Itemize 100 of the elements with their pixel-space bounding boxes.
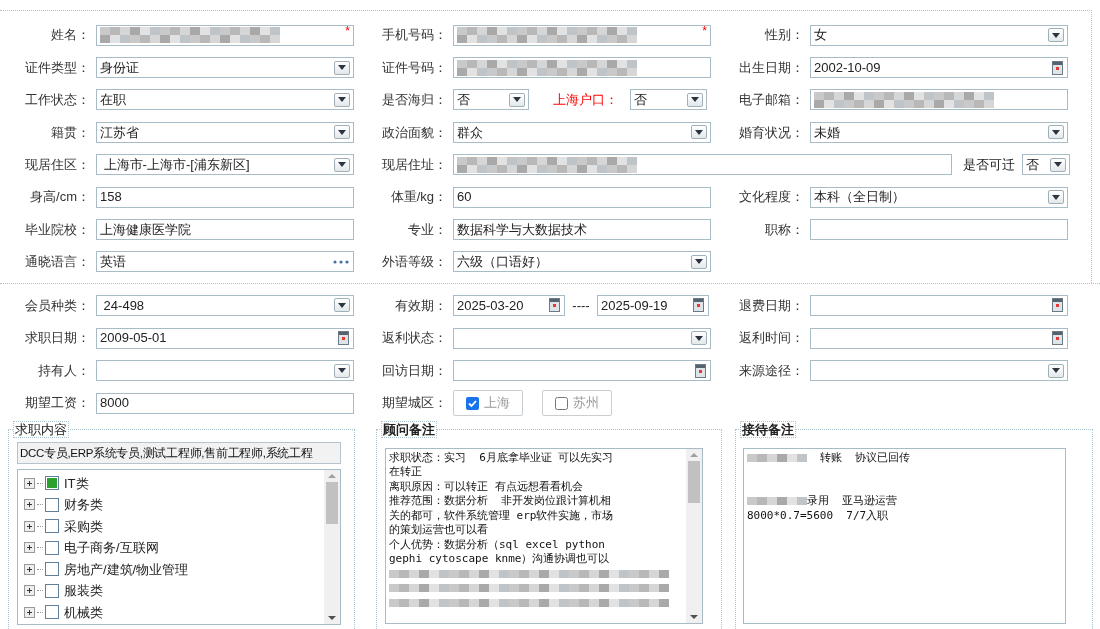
dropdown-button[interactable] [691,331,707,345]
expand-icon[interactable] [24,542,35,554]
dropdown-field[interactable]: 江苏省 [96,121,354,143]
dropdown-field[interactable]: 身份证 [96,57,354,79]
required-mark: * [702,24,707,37]
dropdown-field[interactable]: 本科（全日制） [810,186,1068,208]
tree-checkbox[interactable] [45,519,59,534]
field-label: 证件号码： [381,58,447,77]
tree-item[interactable]: 电子商务/互联网 [18,537,324,559]
tree-item[interactable]: 机械类 [18,601,324,623]
scroll-thumb[interactable] [688,460,700,503]
scrollbar[interactable] [686,448,702,623]
dropdown-field[interactable] [810,360,1068,382]
date-field[interactable]: 2025-09-19 [597,294,709,316]
text-field[interactable]: 8000 [96,392,354,414]
calendar-icon[interactable] [549,298,560,313]
date-field[interactable]: 2002-10-09 [810,57,1068,79]
dropdown-button[interactable] [1048,363,1064,378]
calendar-icon[interactable] [693,298,704,313]
calendar-icon[interactable] [1052,60,1063,75]
notes-textarea[interactable]: 求职状态：实习 6月底拿毕业证 可以先实习 在转正 离职原因：可以转正 有点远想看看机会 推荐范围：数据分析 非开发岗位跟计算机相 关的都可，软件系统管理 erp软件实施，市场 的策划运营也可以看 个人优势：数据分析（sql excel python gephi cytoscape knme）沟通协调也可以 [385,447,703,624]
text-field[interactable] [453,154,952,176]
dropdown-field[interactable]: 24-498 [96,294,354,316]
selected-jobs-field[interactable]: DCC专员,ERP系统专员,测试工程师,售前工程师,系统工程 [17,441,341,464]
dropdown-button[interactable] [334,298,350,313]
expand-icon[interactable] [24,606,35,618]
date-field[interactable] [453,360,711,382]
text-field[interactable]: * [453,24,711,46]
caret-icon [338,129,346,135]
caret-icon [338,97,346,103]
date-field[interactable] [810,294,1068,316]
tree-item[interactable]: 服装类 [18,580,324,602]
dropdown-button[interactable] [334,125,350,140]
dropdown-button[interactable] [1048,190,1064,205]
notes-textarea[interactable]: 转账 协议已回传 录用 亚马逊运营 8000*0.7=5600 7/7入职 [743,447,1066,624]
dropdown-field[interactable] [96,360,354,382]
text-field[interactable] [810,89,1068,111]
expand-icon[interactable] [24,499,35,511]
dropdown-field[interactable]: 未婚 [810,121,1068,143]
dropdown-field[interactable]: 否 [453,89,529,111]
field-label: 返利时间： [738,329,804,348]
caret-icon [691,97,699,103]
checkbox-icon [555,396,568,410]
tree-checkbox[interactable] [45,583,59,598]
calendar-icon[interactable] [1052,331,1063,345]
field-label: 籍贯： [50,123,90,142]
text-field[interactable] [453,57,711,79]
dropdown-field[interactable]: 女 [810,24,1068,46]
scrollbar[interactable] [324,469,340,624]
dropdown-button[interactable] [334,92,350,107]
field-label: 是否可迁 [963,156,1016,174]
dropdown-field[interactable] [453,327,711,349]
dropdown-button[interactable] [509,92,525,107]
dropdown-button[interactable] [334,363,350,378]
text-field[interactable]: 158 [96,186,354,208]
dropdown-button[interactable] [1050,157,1066,172]
caret-icon [1052,129,1060,135]
calendar-icon[interactable] [338,331,349,345]
dropdown-field[interactable]: 六级（口语好） [453,251,711,273]
picker-field[interactable]: 英语 [96,251,354,273]
dropdown-button[interactable] [691,254,707,269]
tree-item[interactable]: 房地产/建筑/物业管理 [18,558,324,580]
tree-checkbox[interactable] [45,476,59,491]
dropdown-field[interactable]: 否 [630,89,707,111]
expand-icon[interactable] [24,563,35,575]
dropdown-button[interactable] [1048,125,1064,140]
dropdown-button[interactable] [334,60,350,75]
field-label: 求职日期： [24,329,90,348]
tree-checkbox[interactable] [45,497,59,512]
dropdown-button[interactable] [687,92,703,107]
dropdown-button[interactable] [1048,28,1064,43]
tree-checkbox[interactable] [45,562,59,577]
field-label: 回访日期： [381,361,447,380]
calendar-icon[interactable] [1052,298,1063,313]
text-field[interactable]: 60 [453,186,711,208]
text-field[interactable]: * [96,24,354,46]
tree-checkbox[interactable] [45,540,59,555]
date-field[interactable]: 2009-05-01 [96,327,354,349]
tree-item[interactable]: IT类 [18,472,324,494]
text-field[interactable] [810,219,1068,241]
text-field[interactable]: 数据科学与大数据技术 [453,219,711,241]
dropdown-field[interactable]: 否 [1022,154,1070,176]
text-field[interactable]: 上海健康医学院 [96,219,354,241]
dropdown-field[interactable]: 群众 [453,121,711,143]
date-field[interactable] [810,327,1068,349]
expand-icon[interactable] [24,520,35,532]
tree-item[interactable]: 采购类 [18,515,324,537]
dropdown-button[interactable] [691,125,707,140]
tree-item[interactable]: 财务类 [18,494,324,516]
scroll-thumb[interactable] [326,481,338,524]
calendar-icon[interactable] [695,363,706,378]
expand-icon[interactable] [24,477,35,489]
dropdown-field[interactable]: 在职 [96,89,354,111]
dropdown-field[interactable]: 上海市-上海市-[浦东新区] [96,154,354,176]
tree-checkbox[interactable] [45,605,59,620]
pixelated-redaction [747,497,807,506]
date-field[interactable]: 2025-03-20 [453,294,565,316]
more-icon[interactable] [333,259,349,264]
expand-icon[interactable] [24,585,35,597]
dropdown-button[interactable] [334,157,350,172]
